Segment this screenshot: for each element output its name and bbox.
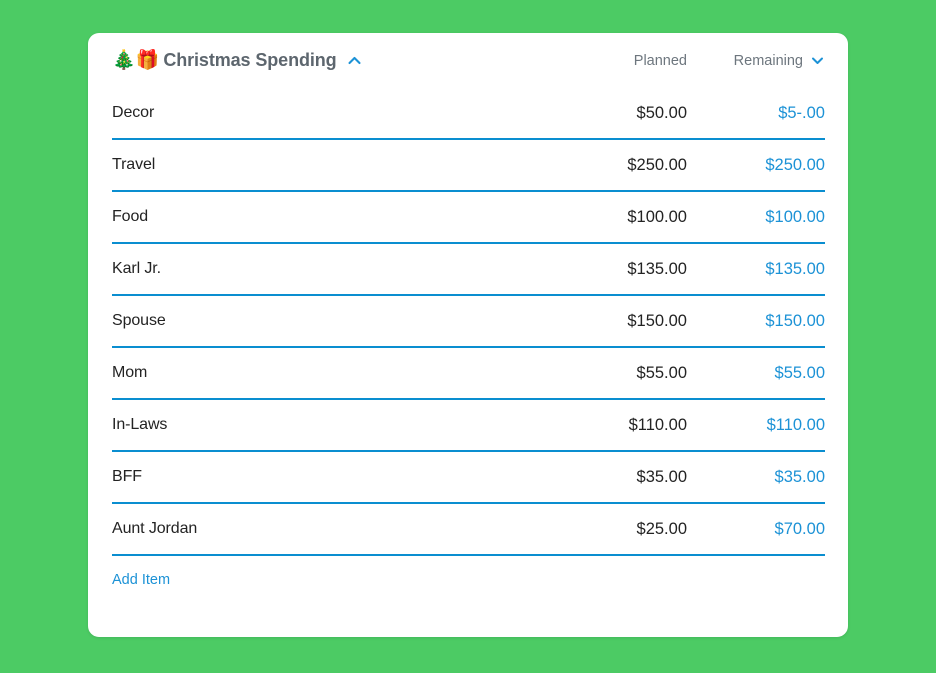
card-header: 🎄🎁 Christmas Spending Planned Remaining xyxy=(88,33,848,88)
table-row[interactable]: In-Laws $110.00 $110.00 xyxy=(112,400,825,452)
row-label: Spouse xyxy=(112,312,166,329)
table-row[interactable]: Spouse $150.00 $150.00 xyxy=(112,296,825,348)
add-item-button[interactable]: Add Item xyxy=(112,572,170,588)
table-row[interactable]: Aunt Jordan $25.00 $70.00 xyxy=(112,504,825,556)
table-row[interactable]: Mom $55.00 $55.00 xyxy=(112,348,825,400)
row-remaining-amount[interactable]: $5-.00 xyxy=(689,104,825,123)
row-remaining-amount[interactable]: $110.00 xyxy=(689,416,825,435)
spending-rows: Decor $50.00 $5-.00 Travel $250.00 $250.00 Foo… xyxy=(88,88,848,556)
row-planned-amount[interactable]: $150.00 xyxy=(537,312,689,331)
row-label: Karl Jr. xyxy=(112,260,161,277)
card-footer: Add Item xyxy=(88,556,848,589)
chevron-down-icon[interactable] xyxy=(810,53,825,68)
table-row[interactable]: Decor $50.00 $5-.00 xyxy=(112,88,825,140)
row-remaining-amount[interactable]: $70.00 xyxy=(689,520,825,539)
row-planned-amount[interactable]: $250.00 xyxy=(537,156,689,175)
row-planned-amount[interactable]: $35.00 xyxy=(537,468,689,487)
row-planned-amount[interactable]: $50.00 xyxy=(537,104,689,123)
card-title-group[interactable]: 🎄🎁 Christmas Spending xyxy=(112,50,537,71)
row-planned-amount[interactable]: $55.00 xyxy=(537,364,689,383)
chevron-up-icon[interactable] xyxy=(346,52,363,69)
row-remaining-amount[interactable]: $135.00 xyxy=(689,260,825,279)
row-label: Food xyxy=(112,208,149,225)
christmas-spending-card: 🎄🎁 Christmas Spending Planned Remaining … xyxy=(88,33,848,637)
row-planned-amount[interactable]: $135.00 xyxy=(537,260,689,279)
row-remaining-amount[interactable]: $100.00 xyxy=(689,208,825,227)
row-planned-amount[interactable]: $25.00 xyxy=(537,520,689,539)
row-label: Travel xyxy=(112,156,156,173)
column-header-remaining[interactable]: Remaining xyxy=(689,53,825,69)
page-title: Christmas Spending xyxy=(163,50,337,70)
table-row[interactable]: Travel $250.00 $250.00 xyxy=(112,140,825,192)
row-planned-amount[interactable]: $100.00 xyxy=(537,208,689,227)
row-remaining-amount[interactable]: $250.00 xyxy=(689,156,825,175)
table-row[interactable]: BFF $35.00 $35.00 xyxy=(112,452,825,504)
column-header-remaining-label: Remaining xyxy=(733,52,803,69)
row-planned-amount[interactable]: $110.00 xyxy=(537,416,689,435)
column-header-planned[interactable]: Planned xyxy=(537,53,689,69)
table-row[interactable]: Food $100.00 $100.00 xyxy=(112,192,825,244)
row-label: Decor xyxy=(112,104,155,121)
row-label: Mom xyxy=(112,364,148,381)
table-row[interactable]: Karl Jr. $135.00 $135.00 xyxy=(112,244,825,296)
row-label: Aunt Jordan xyxy=(112,520,198,537)
row-label: In-Laws xyxy=(112,416,168,433)
row-label: BFF xyxy=(112,468,142,485)
row-remaining-amount[interactable]: $55.00 xyxy=(689,364,825,383)
row-remaining-amount[interactable]: $35.00 xyxy=(689,468,825,487)
christmas-tree-and-gift-icon: 🎄🎁 xyxy=(112,50,160,71)
row-remaining-amount[interactable]: $150.00 xyxy=(689,312,825,331)
